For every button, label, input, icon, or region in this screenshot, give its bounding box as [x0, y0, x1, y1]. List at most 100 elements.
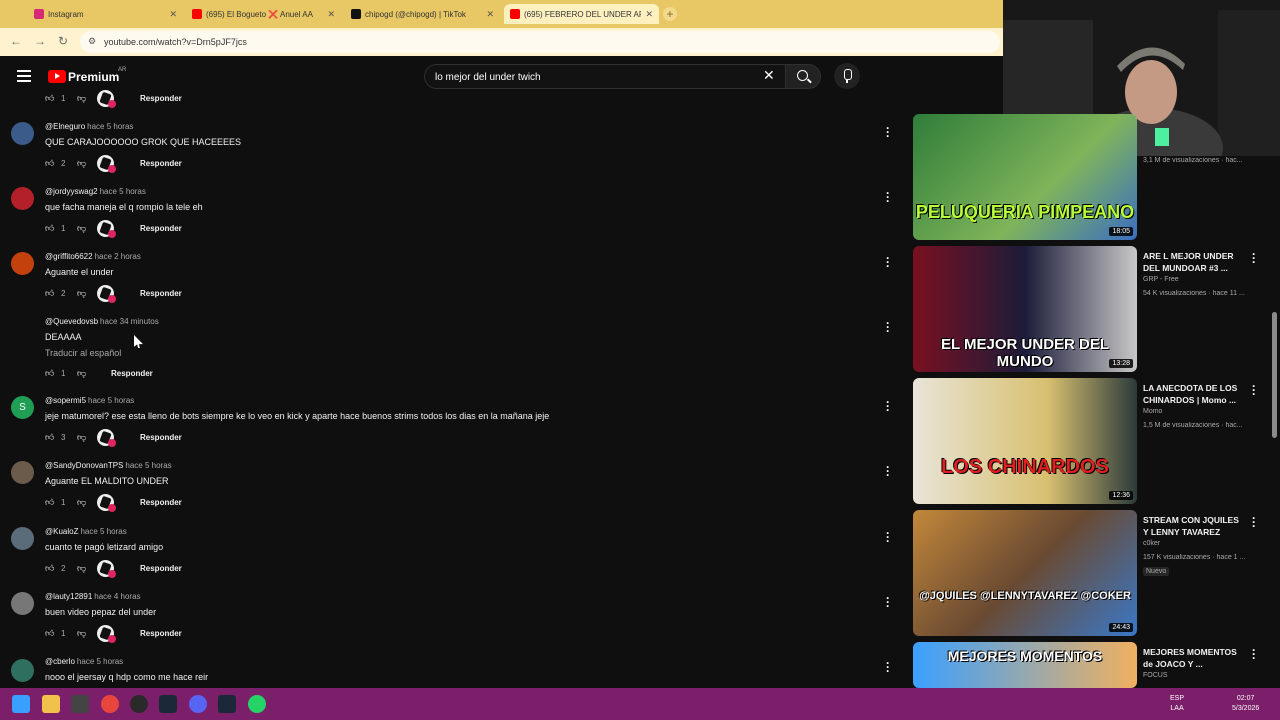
video-title[interactable]: ARE L MEJOR UNDER DEL MUNDOAR #3 ... [1143, 250, 1245, 274]
steam-active-icon[interactable] [218, 695, 236, 713]
whatsapp-icon[interactable] [248, 695, 266, 713]
comment-author[interactable]: @cberlo hace 5 horas [45, 657, 123, 666]
app-icon[interactable] [130, 695, 148, 713]
tab-youtube-bogueto[interactable]: (695) El Bogueto ❌ Anuel AA ✕ [186, 4, 341, 24]
search-input[interactable]: lo mejor del under twich [424, 64, 786, 89]
comment-author[interactable]: @griffito6622 hace 2 horas [45, 252, 141, 261]
thumbs-down-icon[interactable]: 👎︎ [77, 497, 87, 508]
thumbs-down-icon[interactable]: 👎︎ [77, 288, 87, 299]
reply-button[interactable]: Responder [140, 433, 182, 442]
windows-start-icon[interactable] [12, 695, 30, 713]
avatar[interactable] [11, 317, 34, 340]
clear-search-icon[interactable]: ✕ [763, 67, 775, 84]
thumbs-up-icon[interactable]: 👍︎ [45, 223, 55, 233]
comment-time[interactable]: hace 5 horas [100, 187, 146, 196]
comment-menu-icon[interactable]: · · · [885, 592, 891, 612]
reply-button[interactable]: Responder [140, 564, 182, 573]
comment-author[interactable]: @Quevedovsb hace 34 minutos [45, 317, 159, 326]
video-thumbnail[interactable]: @JQUILES @LENNYTAVAREZ @COKER 24:43 [913, 510, 1137, 636]
reload-icon[interactable]: ↻ [58, 34, 68, 48]
comment-time[interactable]: hace 5 horas [88, 396, 134, 405]
store-icon[interactable] [71, 695, 89, 713]
scrollbar[interactable] [1272, 312, 1277, 438]
tab-tiktok[interactable]: chipogd (@chipogd) | TikTok ✕ [345, 4, 500, 24]
channel-name[interactable]: Momo [1143, 408, 1162, 415]
reply-button[interactable]: Responder [140, 159, 182, 168]
thumbs-up-icon[interactable]: 👍︎ [45, 93, 55, 103]
thumbs-down-icon[interactable]: 👎︎ [77, 628, 87, 639]
search-button[interactable] [785, 64, 821, 89]
close-tab-icon[interactable]: ✕ [169, 9, 177, 20]
close-tab-icon[interactable]: ✕ [327, 9, 335, 20]
video-thumbnail[interactable]: EL MEJOR UNDER DEL MUNDO 13:28 [913, 246, 1137, 372]
comment-time[interactable]: hace 5 horas [125, 461, 171, 470]
thumbs-down-icon[interactable]: 👎︎ [77, 93, 87, 104]
video-thumbnail[interactable]: PELUQUERIA PIMPEANO 18:05 [913, 114, 1137, 240]
comment-menu-icon[interactable]: · · · [885, 527, 891, 547]
video-thumbnail[interactable]: MEJORES MOMENTOS [913, 642, 1137, 688]
reply-button[interactable]: Responder [140, 629, 182, 638]
close-tab-icon[interactable]: ✕ [486, 9, 494, 20]
thumbs-up-icon[interactable]: 👍︎ [45, 628, 55, 638]
comment-author[interactable]: @SandyDonovanTPS hace 5 horas [45, 461, 172, 470]
back-icon[interactable]: ← [10, 34, 22, 48]
avatar[interactable] [11, 461, 34, 484]
translate-link[interactable]: Traducir al español [45, 348, 121, 358]
reply-button[interactable]: Responder [140, 94, 182, 103]
thumbs-down-icon[interactable]: 👎︎ [77, 563, 87, 574]
forward-icon[interactable]: → [34, 34, 46, 48]
comment-time[interactable]: hace 34 minutos [100, 317, 159, 326]
language-indicator[interactable]: ESP LAA [1170, 694, 1184, 714]
comment-time[interactable]: hace 4 horas [94, 592, 140, 601]
comment-time[interactable]: hace 5 horas [87, 122, 133, 131]
comment-author[interactable]: @sopermi5 hace 5 horas [45, 396, 134, 405]
system-clock[interactable]: 02:07 5/3/2026 [1232, 694, 1259, 714]
comment-menu-icon[interactable]: · · · [885, 252, 891, 272]
video-menu-icon[interactable]: · · · [1252, 644, 1256, 664]
comment-author[interactable]: @Elneguro hace 5 horas [45, 122, 133, 131]
avatar[interactable] [11, 592, 34, 615]
thumbs-up-icon[interactable]: 👍︎ [45, 432, 55, 442]
thumbs-up-icon[interactable]: 👍︎ [45, 368, 55, 378]
video-menu-icon[interactable]: · · · [1252, 380, 1256, 400]
comment-time[interactable]: hace 2 horas [95, 252, 141, 261]
tab-instagram[interactable]: Instagram ✕ [28, 4, 183, 24]
video-title[interactable]: STREAM CON JQUILES Y LENNY TAVAREZ [1143, 514, 1245, 538]
video-menu-icon[interactable]: · · · [1252, 512, 1256, 532]
avatar[interactable] [11, 252, 34, 275]
youtube-premium-logo[interactable]: Premium [68, 70, 119, 84]
url-field[interactable]: ⚙ youtube.com/watch?v=Drn5pJF7jcs [80, 31, 1000, 53]
comment-author[interactable]: @jordyyswag2 hace 5 horas [45, 187, 146, 196]
chrome-icon[interactable] [101, 695, 119, 713]
site-info-icon[interactable]: ⚙ [88, 36, 96, 47]
thumbs-up-icon[interactable]: 👍︎ [45, 288, 55, 298]
reply-button[interactable]: Responder [140, 224, 182, 233]
thumbs-down-icon[interactable]: 👎︎ [77, 432, 87, 443]
avatar[interactable] [11, 187, 34, 210]
reply-button[interactable]: Responder [140, 498, 182, 507]
comment-author[interactable]: @KualoZ hace 5 horas [45, 527, 127, 536]
reply-button[interactable]: Responder [140, 289, 182, 298]
avatar[interactable]: S [11, 396, 34, 419]
thumbs-down-icon[interactable]: 👎︎ [77, 368, 87, 379]
comment-time[interactable]: hace 5 horas [77, 657, 123, 666]
avatar[interactable] [11, 659, 34, 682]
comment-menu-icon[interactable]: · · · [885, 317, 891, 337]
new-tab-button[interactable]: + [663, 7, 677, 21]
thumbs-up-icon[interactable]: 👍︎ [45, 158, 55, 168]
file-explorer-icon[interactable] [42, 695, 60, 713]
video-menu-icon[interactable]: · · · [1252, 248, 1256, 268]
comment-menu-icon[interactable]: · · · [885, 396, 891, 416]
steam-icon[interactable] [159, 695, 177, 713]
comment-menu-icon[interactable]: · · · [885, 461, 891, 481]
comment-menu-icon[interactable]: · · · [885, 657, 891, 677]
avatar[interactable] [11, 527, 34, 550]
discord-icon[interactable] [189, 695, 207, 713]
thumbs-up-icon[interactable]: 👍︎ [45, 497, 55, 507]
close-tab-icon[interactable]: ✕ [645, 9, 653, 20]
channel-name[interactable]: c0ker [1143, 540, 1160, 547]
comment-time[interactable]: hace 5 horas [80, 527, 126, 536]
tab-youtube-active[interactable]: (695) FEBRERO DEL UNDER AR ✕ [504, 4, 659, 24]
thumbs-down-icon[interactable]: 👎︎ [77, 223, 87, 234]
voice-search-button[interactable] [834, 63, 860, 89]
